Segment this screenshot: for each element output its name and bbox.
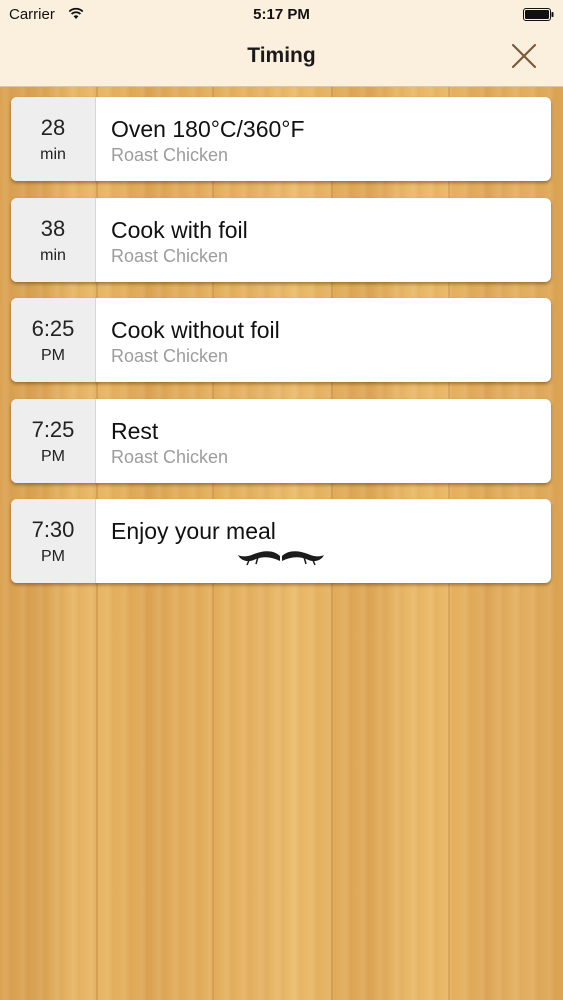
step-title: Cook without foil	[111, 317, 280, 343]
top-bar: Carrier 5:17 PM Timing	[0, 0, 563, 87]
status-bar: Carrier 5:17 PM	[0, 0, 563, 30]
step-time-box: 7:25 PM	[11, 398, 96, 483]
step-recipe: Roast Chicken	[111, 346, 229, 366]
step-time-unit: PM	[41, 347, 65, 364]
step-time-unit: min	[40, 246, 66, 264]
step-recipe: Roast Chicken	[111, 446, 229, 467]
step-time: 28	[40, 115, 66, 140]
page-title: Timing	[247, 44, 316, 67]
step-title: Rest	[111, 417, 159, 444]
battery-icon	[523, 8, 554, 21]
step-title: Cook with foil	[111, 216, 248, 243]
step-time-box: 7:30 PM	[11, 499, 96, 583]
step-recipe: Roast Chicken	[111, 145, 229, 165]
step-time-unit: min	[40, 146, 66, 163]
status-time: 5:17 PM	[253, 6, 310, 23]
timing-list: 28 min Oven 180°C/360°F Roast Chicken 38…	[11, 97, 551, 600]
step-time: 7:30	[31, 517, 75, 542]
step-time: 38	[40, 215, 66, 241]
close-icon[interactable]	[506, 38, 542, 74]
step-recipe: Roast Chicken	[111, 245, 229, 266]
step-time-box: 38 min	[11, 197, 96, 282]
step-title: Enjoy your meal	[111, 518, 276, 544]
step-time-unit: PM	[41, 447, 65, 465]
timing-step-card[interactable]: 7:25 PM Rest Roast Chicken	[11, 398, 551, 483]
timing-step-card[interactable]: 6:25 PM Cook without foil Roast Chicken	[11, 298, 551, 382]
step-title: Oven 180°C/360°F	[111, 116, 305, 142]
step-time: 7:25	[31, 416, 75, 442]
step-time-box: 28 min	[11, 97, 96, 181]
timing-step-card[interactable]: 28 min Oven 180°C/360°F Roast Chicken	[11, 97, 551, 181]
timing-step-card[interactable]: 7:30 PM Enjoy your meal	[11, 499, 551, 583]
step-time-unit: PM	[41, 548, 65, 565]
mustache-icon	[238, 551, 324, 566]
step-time: 6:25	[31, 316, 75, 341]
timing-step-card[interactable]: 38 min Cook with foil Roast Chicken	[11, 197, 551, 282]
step-time-box: 6:25 PM	[11, 298, 96, 382]
